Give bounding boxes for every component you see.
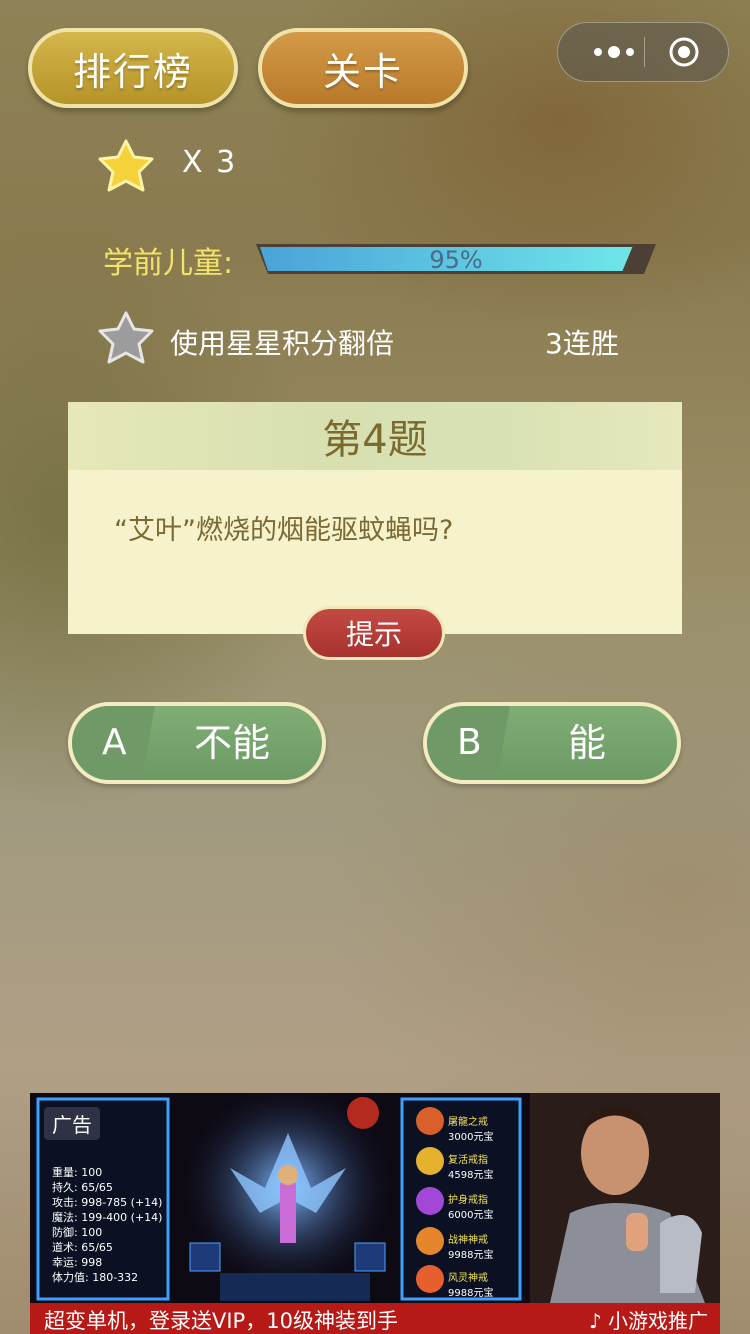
win-streak: 3连胜 (545, 327, 619, 360)
ad-stat: 道术: 65/65 (52, 1241, 113, 1254)
ad-stat: 持久: 65/65 (52, 1181, 113, 1194)
answer-b-letter: B (457, 722, 482, 763)
answer-a-button[interactable]: A 不能 (68, 702, 326, 784)
ad-stat: 魔法: 199-400 (+14) (52, 1211, 163, 1224)
hint-button[interactable]: 提示 (303, 606, 445, 660)
question-text: “艾叶”燃烧的烟能驱蚊蝇吗? (114, 515, 454, 546)
progress-percent: 95% (429, 246, 483, 274)
gold-star-icon (98, 139, 154, 192)
gray-star-icon[interactable] (96, 310, 156, 366)
answer-a-text: 不能 (193, 721, 270, 765)
ad-label: 广告 (44, 1107, 100, 1140)
answer-a-letter: A (102, 722, 127, 763)
close-target-icon[interactable] (668, 36, 700, 68)
ad-item-name: 战神神戒 (448, 1235, 488, 1246)
answer-b-button[interactable]: B 能 (423, 702, 681, 784)
more-menu-icon[interactable] (584, 23, 644, 81)
double-points-label: 使用星星积分翻倍 (170, 327, 395, 360)
ad-stat: 防御: 100 (52, 1226, 103, 1239)
ad-promo-label: ♪ 小游戏推广 (589, 1305, 708, 1334)
ad-item: 护身戒指 6000元宝 (448, 1191, 493, 1221)
ad-stat: 幸运: 998 (52, 1256, 103, 1269)
answer-b-text: 能 (567, 721, 606, 765)
ad-item-price: 4598元宝 (448, 1170, 494, 1181)
ad-slogan: 超变单机，登录送VIP，10级神装到手 (44, 1309, 398, 1333)
miniprogram-capsule (557, 22, 729, 82)
ad-item-price: 3000元宝 (448, 1132, 494, 1143)
ad-stat: 重量: 100 (52, 1166, 103, 1179)
mini-game-icon: ♪ (588, 1309, 602, 1333)
ad-item-name: 复活戒指 (448, 1155, 488, 1166)
ad-item-price: 6000元宝 (448, 1210, 494, 1221)
ad-item-price: 9988元宝 (448, 1250, 494, 1261)
ad-stat: 体力值: 180-332 (52, 1271, 139, 1284)
ad-item-name: 屠龍之戒 (448, 1117, 488, 1128)
star-count: X 3 (182, 145, 238, 180)
level-button[interactable]: 关卡 (258, 28, 468, 108)
capsule-divider (644, 37, 645, 67)
ad-stats-list: 重量: 100 持久: 65/65 攻击: 998-785 (+14) 魔法: … (52, 1165, 162, 1285)
ad-item: 战神神戒 9988元宝 (448, 1231, 493, 1261)
question-title: 第4题 (322, 417, 428, 463)
question-card: 第4题 “艾叶”燃烧的烟能驱蚊蝇吗? (68, 402, 682, 634)
grade-progress-bar: 95% (256, 244, 656, 274)
ad-promo-text: 小游戏推广 (608, 1309, 708, 1333)
hint-label: 提示 (345, 618, 402, 651)
ad-item-name: 风灵神戒 (448, 1273, 488, 1284)
ad-item-name: 护身戒指 (448, 1195, 488, 1206)
ad-item: 复活戒指 4598元宝 (448, 1151, 493, 1181)
ranking-label: 排行榜 (72, 49, 193, 94)
grade-label: 学前儿童: (103, 246, 234, 281)
ranking-button[interactable]: 排行榜 (28, 28, 238, 108)
ad-item: 屠龍之戒 3000元宝 (448, 1113, 493, 1143)
question-header: 第4题 (68, 402, 682, 470)
ad-item: 风灵神戒 9988元宝 (448, 1269, 493, 1299)
ad-item-price: 9988元宝 (448, 1288, 494, 1299)
level-label: 关卡 (322, 49, 403, 94)
ad-banner[interactable]: 广告 重量: 100 持久: 65/65 攻击: 998-785 (+14) 魔… (30, 1093, 720, 1334)
ad-stat: 攻击: 998-785 (+14) (52, 1196, 163, 1209)
